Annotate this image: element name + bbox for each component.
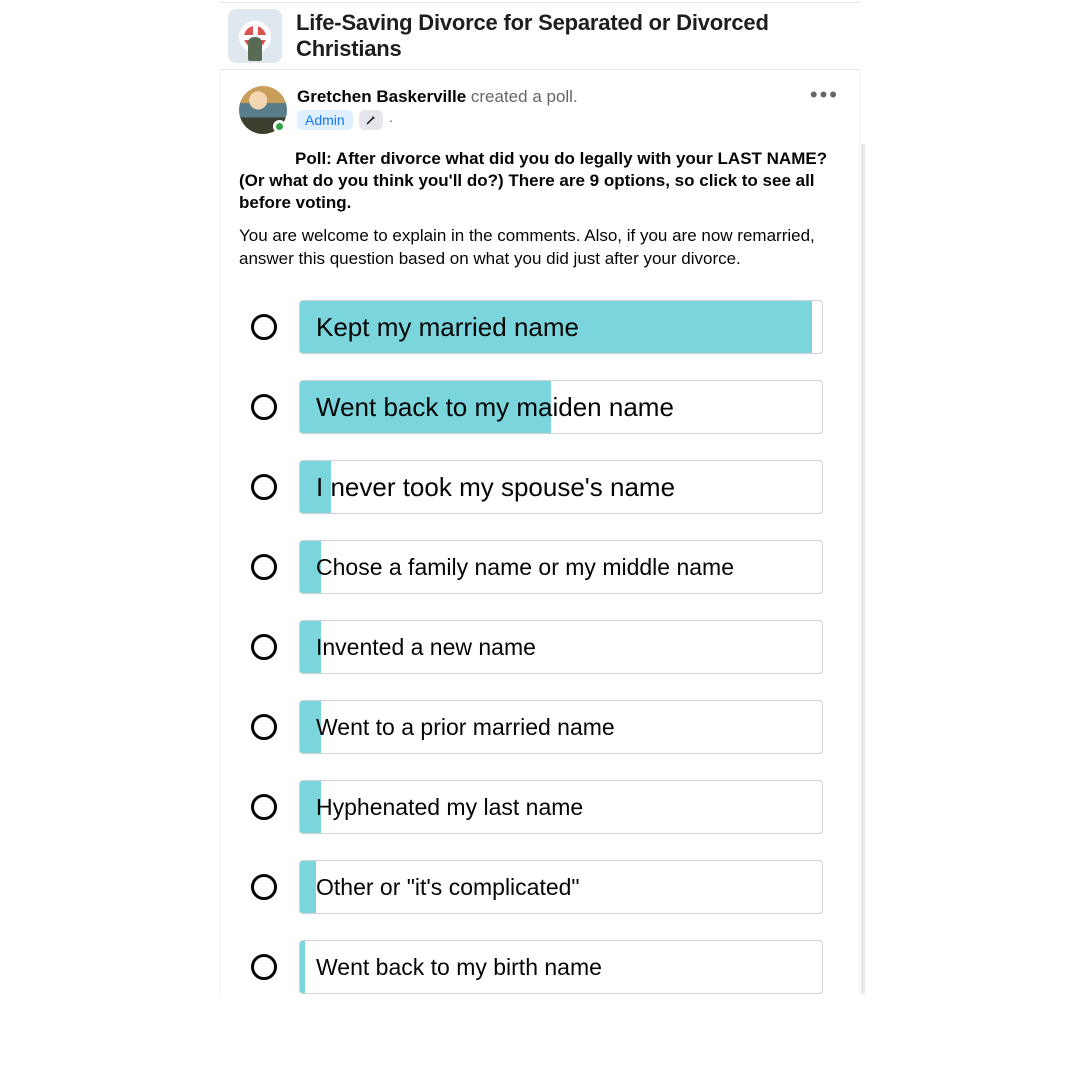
poll-option-box[interactable]: Went back to my maiden name — [299, 380, 823, 434]
admin-badge[interactable]: Admin — [297, 110, 353, 130]
poll-option-label: I never took my spouse's name — [300, 472, 675, 503]
poll-description: You are welcome to explain in the commen… — [239, 224, 841, 270]
group-icon — [228, 9, 282, 63]
poll-radio[interactable] — [251, 314, 277, 340]
poll-option-row: I never took my spouse's name — [251, 460, 823, 514]
poll-option-box[interactable]: Other or "it's complicated" — [299, 860, 823, 914]
poll-option-label: Kept my married name — [300, 312, 579, 343]
author-avatar[interactable] — [239, 86, 287, 134]
poll-options: Kept my married name Went back to my maid… — [239, 300, 841, 994]
poll-option-box[interactable]: Invented a new name — [299, 620, 823, 674]
scrollbar[interactable] — [861, 144, 865, 994]
post-action-text: created a poll. — [471, 87, 578, 106]
hand-icon — [248, 37, 262, 61]
post-header: Gretchen Baskerville created a poll. Adm… — [239, 86, 841, 134]
poll-option-label: Went back to my maiden name — [300, 392, 674, 423]
author-badges: Admin · — [297, 110, 578, 130]
poll-option-label: Chose a family name or my middle name — [300, 554, 734, 581]
group-header[interactable]: Life-Saving Divorce for Separated or Div… — [220, 2, 860, 70]
online-indicator-icon — [273, 120, 286, 133]
poll-option-row: Went to a prior married name — [251, 700, 823, 754]
poll-radio[interactable] — [251, 634, 277, 660]
poll-option-label: Went back to my birth name — [300, 954, 602, 981]
poll-option-box[interactable]: Kept my married name — [299, 300, 823, 354]
poll-option-label: Invented a new name — [300, 634, 536, 661]
poll-radio[interactable] — [251, 794, 277, 820]
poll-option-box[interactable]: Chose a family name or my middle name — [299, 540, 823, 594]
separator-dot: · — [389, 112, 394, 128]
poll-option-row: Went back to my birth name — [251, 940, 823, 994]
poll-option-box[interactable]: Went back to my birth name — [299, 940, 823, 994]
poll-radio[interactable] — [251, 874, 277, 900]
poll-option-row: Kept my married name — [251, 300, 823, 354]
poll-radio[interactable] — [251, 954, 277, 980]
poll-option-row: Invented a new name — [251, 620, 823, 674]
poll-option-box[interactable]: I never took my spouse's name — [299, 460, 823, 514]
poll-option-row: Hyphenated my last name — [251, 780, 823, 834]
pen-icon — [365, 114, 377, 126]
post-container: Life-Saving Divorce for Separated or Div… — [220, 2, 860, 994]
post-menu-button[interactable]: ••• — [810, 90, 839, 100]
poll-title: Poll: After divorce what did you do lega… — [239, 148, 841, 214]
poll-radio[interactable] — [251, 554, 277, 580]
author-role-icon[interactable] — [359, 110, 383, 130]
author-name[interactable]: Gretchen Baskerville — [297, 87, 466, 106]
poll-option-row: Chose a family name or my middle name — [251, 540, 823, 594]
author-line: Gretchen Baskerville created a poll. — [297, 86, 578, 108]
poll-option-label: Hyphenated my last name — [300, 794, 583, 821]
poll-option-label: Went to a prior married name — [300, 714, 615, 741]
poll-radio[interactable] — [251, 714, 277, 740]
poll-option-row: Other or "it's complicated" — [251, 860, 823, 914]
poll-radio[interactable] — [251, 474, 277, 500]
poll-option-label: Other or "it's complicated" — [300, 874, 580, 901]
poll-radio[interactable] — [251, 394, 277, 420]
poll-option-box[interactable]: Went to a prior married name — [299, 700, 823, 754]
poll-option-box[interactable]: Hyphenated my last name — [299, 780, 823, 834]
post-card: Gretchen Baskerville created a poll. Adm… — [220, 72, 860, 994]
group-title: Life-Saving Divorce for Separated or Div… — [296, 10, 848, 62]
poll-option-row: Went back to my maiden name — [251, 380, 823, 434]
